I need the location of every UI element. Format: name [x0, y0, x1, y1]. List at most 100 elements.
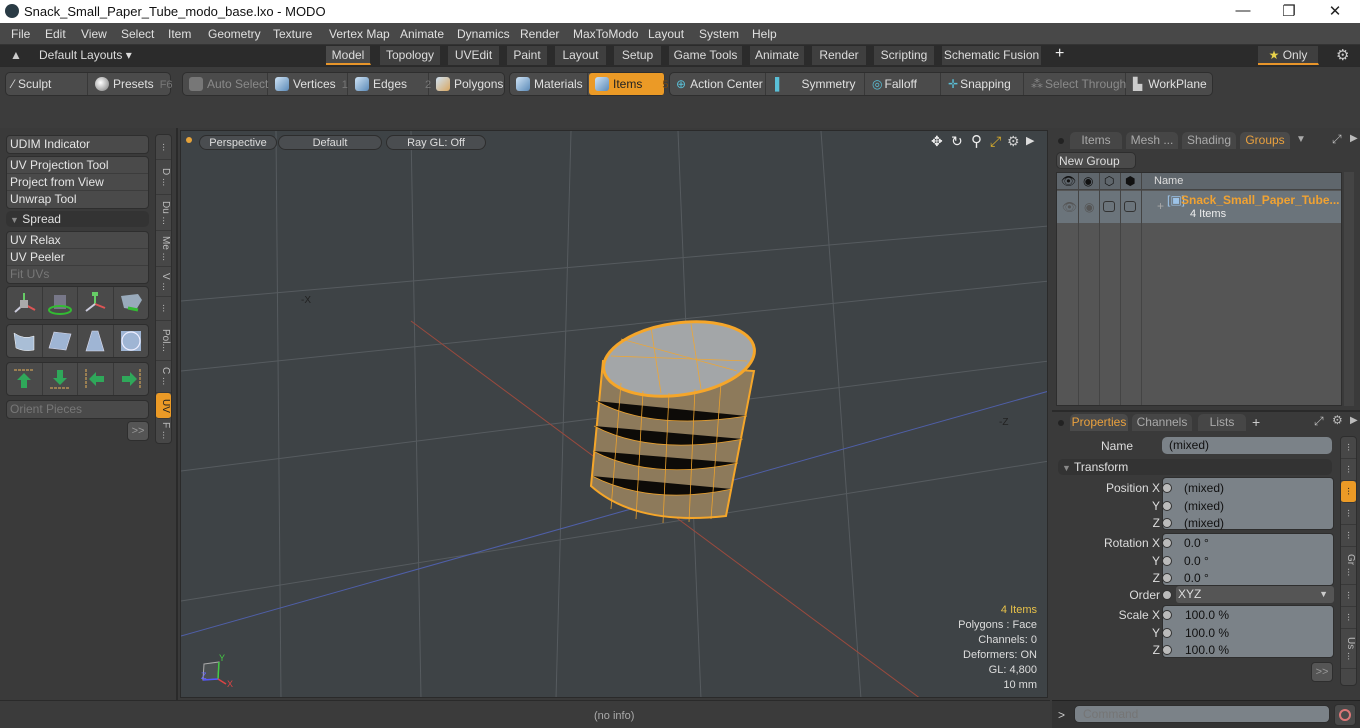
shading-dropdown[interactable]: Default — [278, 135, 382, 150]
pvtab-3-active[interactable]: ... — [1341, 481, 1356, 503]
pvtab-4[interactable]: ... — [1341, 503, 1356, 525]
maximize-panel-icon[interactable]: ⤢ — [1332, 132, 1342, 147]
menu-geometry[interactable]: Geometry — [208, 27, 261, 41]
record-macro-button[interactable] — [1334, 704, 1356, 726]
unwrap-tool-button[interactable]: Unwrap Tool — [7, 191, 148, 208]
position-z-anim-dot[interactable] — [1162, 516, 1172, 530]
tab-render[interactable]: Render — [812, 46, 867, 65]
gear-icon[interactable]: ⚙ — [1336, 46, 1349, 64]
viewport-menu-icon[interactable] — [186, 137, 192, 143]
more-tools-button[interactable]: >> — [127, 421, 149, 441]
position-x-field[interactable]: (mixed) — [1184, 481, 1224, 495]
pvtab-7[interactable]: ... — [1341, 585, 1356, 607]
add-tab-button[interactable]: + — [1252, 414, 1260, 430]
render-toggle-icon[interactable]: ◉ — [1084, 200, 1094, 214]
visibility-toggle-icon[interactable]: 👁 — [1062, 200, 1077, 214]
3d-viewport[interactable]: -X -Z Y X Z Perspective Default Ray GL: … — [180, 130, 1048, 698]
pan-icon[interactable]: ✥ — [931, 133, 943, 150]
default-layouts-dropdown[interactable]: Default Layouts ▾ — [39, 48, 132, 62]
menu-item[interactable]: Item — [168, 27, 191, 41]
rotation-y-field[interactable]: 0.0 ° — [1184, 554, 1209, 568]
position-y-anim-dot[interactable] — [1162, 499, 1172, 513]
fit-uvs-button[interactable]: Fit UVs — [7, 266, 148, 283]
rotation-y-anim-dot[interactable] — [1162, 554, 1172, 568]
scale-x-anim-dot[interactable] — [1162, 608, 1172, 622]
fit-view-icon[interactable]: ⤢ — [990, 133, 1001, 150]
select-through-button[interactable]: ⁂ Select Through — [1025, 73, 1126, 95]
scale-z-anim-dot[interactable] — [1162, 643, 1172, 657]
tab-uvedit[interactable]: UVEdit — [448, 46, 500, 65]
menu-maxtomodo[interactable]: MaxToModo — [573, 27, 638, 41]
tab-animate[interactable]: Animate — [750, 46, 805, 65]
uv-projection-tool-button[interactable]: UV Projection Tool — [7, 157, 148, 174]
scale-z-field[interactable]: 100.0 % — [1185, 643, 1229, 657]
uv-scale-icon[interactable] — [78, 287, 114, 319]
menu-help[interactable]: Help — [752, 27, 777, 41]
udim-indicator-button[interactable]: UDIM Indicator — [7, 136, 148, 153]
uv-peeler-button[interactable]: UV Peeler — [7, 249, 148, 266]
menu-vertex-map[interactable]: Vertex Map — [329, 27, 390, 41]
rotation-x-field[interactable]: 0.0 ° — [1184, 536, 1209, 550]
tab-channels[interactable]: Channels — [1132, 414, 1192, 431]
tab-groups[interactable]: Groups — [1240, 132, 1290, 149]
transform-section-header[interactable]: ▼ Transform — [1058, 459, 1332, 475]
uv-perspective-icon[interactable] — [78, 325, 114, 357]
add-layout-tab-button[interactable]: + — [1055, 45, 1064, 63]
uv-move-icon[interactable] — [7, 287, 43, 319]
auto-select-button[interactable]: Auto Select — [183, 73, 268, 95]
menu-dynamics[interactable]: Dynamics — [457, 27, 510, 41]
viewport-expand-icon[interactable]: ▶ — [1026, 134, 1034, 147]
snapping-button[interactable]: ✛ Snapping — [942, 73, 1024, 95]
lock-column-icon[interactable]: ⬡ — [1104, 174, 1114, 188]
menu-select[interactable]: Select — [121, 27, 154, 41]
tab-topology[interactable]: Topology — [380, 46, 441, 65]
tab-mesh[interactable]: Mesh ... — [1126, 132, 1178, 149]
items-button[interactable]: Items 5 — [589, 73, 668, 95]
sculpt-button[interactable]: ⁄ Sculpt — [6, 73, 88, 95]
vtab-6[interactable]: ... — [156, 297, 171, 321]
menu-texture[interactable]: Texture — [273, 27, 312, 41]
pvtab-gr[interactable]: Gr ... — [1341, 547, 1356, 585]
rotation-z-field[interactable]: 0.0 ° — [1184, 571, 1209, 585]
command-input[interactable] — [1074, 705, 1330, 723]
panel-menu-icon[interactable] — [1058, 138, 1064, 144]
lock-toggle[interactable] — [1103, 201, 1115, 212]
pvtab-2[interactable]: ... — [1341, 459, 1356, 481]
vtab-uv[interactable]: UV — [156, 393, 171, 419]
menu-view[interactable]: View — [81, 27, 107, 41]
position-y-field[interactable]: (mixed) — [1184, 499, 1224, 513]
scale-y-anim-dot[interactable] — [1162, 626, 1172, 640]
viewport-settings-icon[interactable]: ⚙ — [1007, 133, 1020, 150]
menu-render[interactable]: Render — [520, 27, 559, 41]
pvtab-1[interactable]: ... — [1341, 437, 1356, 459]
vtab-du[interactable]: Du ... — [156, 195, 171, 231]
position-x-anim-dot[interactable] — [1162, 481, 1172, 495]
vtab-v[interactable]: V ... — [156, 267, 171, 297]
pvtab-us[interactable]: Us ... — [1341, 629, 1356, 669]
collapse-icon[interactable]: ▲ — [10, 48, 22, 62]
scale-x-field[interactable]: 100.0 % — [1185, 608, 1229, 622]
tab-game-tools[interactable]: Game Tools — [669, 46, 743, 65]
align-left-icon[interactable] — [78, 363, 114, 395]
uv-transform-icon[interactable] — [114, 287, 149, 319]
vtab-f[interactable]: F ... — [156, 419, 171, 443]
rotation-z-anim-dot[interactable] — [1162, 571, 1172, 585]
menu-file[interactable]: File — [11, 27, 30, 41]
pvtab-5[interactable]: ... — [1341, 525, 1356, 547]
only-filter-button[interactable]: ★ Only — [1258, 46, 1319, 65]
tab-layout[interactable]: Layout — [555, 46, 607, 65]
new-group-button[interactable]: New Group — [1056, 152, 1136, 169]
menu-layout[interactable]: Layout — [648, 27, 684, 41]
falloff-button[interactable]: ◎ Falloff — [866, 73, 941, 95]
vertices-button[interactable]: Vertices 1 — [269, 73, 348, 95]
vtab-d[interactable]: D ... — [156, 160, 171, 195]
order-anim-dot[interactable] — [1162, 588, 1172, 602]
tab-scripting[interactable]: Scripting — [874, 46, 935, 65]
vtab-c[interactable]: C ... — [156, 361, 171, 393]
name-column-header[interactable]: Name — [1154, 175, 1183, 187]
close-button[interactable]: ✕ — [1320, 2, 1350, 20]
materials-button[interactable]: Materials — [510, 73, 588, 95]
visibility-column-icon[interactable]: 👁 — [1061, 174, 1076, 188]
tab-shading[interactable]: Shading — [1182, 132, 1236, 149]
align-top-icon[interactable] — [7, 363, 43, 395]
